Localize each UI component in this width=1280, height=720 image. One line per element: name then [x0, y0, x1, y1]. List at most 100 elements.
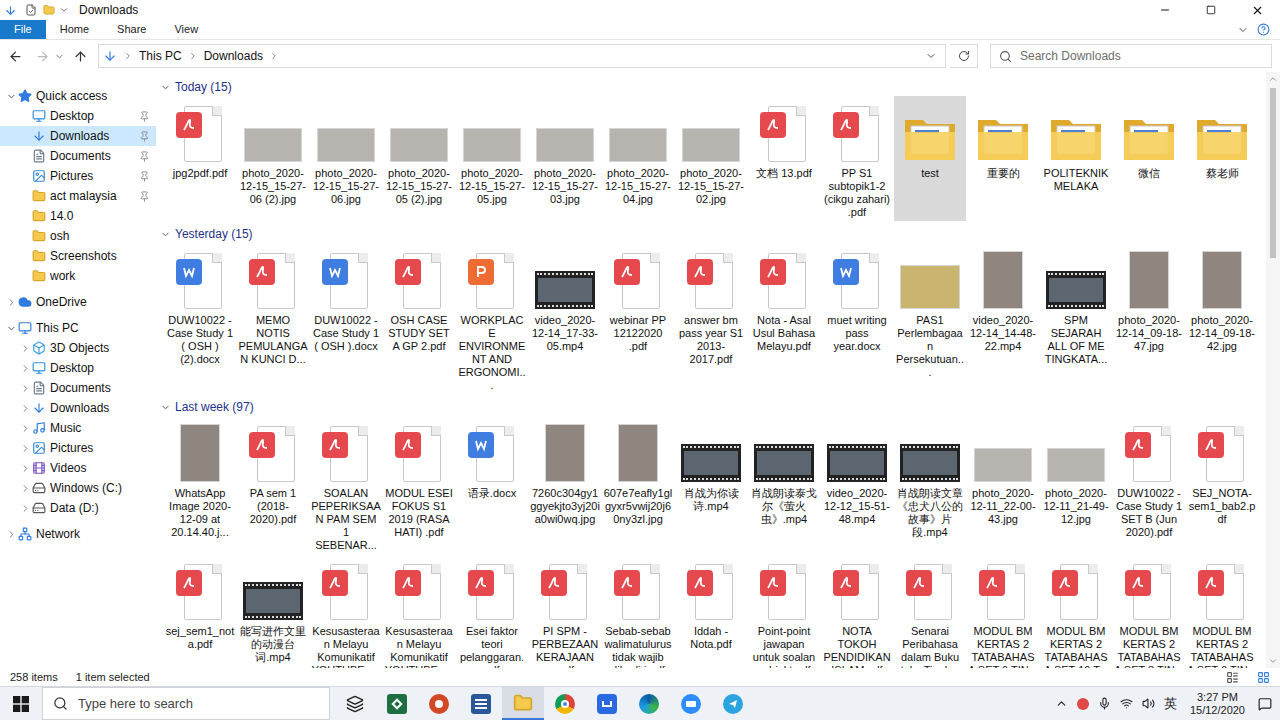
- clock[interactable]: 3:27 PM15/12/2020: [1186, 691, 1249, 717]
- collapsed-icon[interactable]: [20, 423, 31, 434]
- word-taskbar-icon[interactable]: [460, 687, 502, 720]
- file-tile[interactable]: SEJ_NOTA-sem1_bab2.pdf: [1186, 416, 1258, 554]
- pin-icon[interactable]: [139, 111, 150, 122]
- file-tile[interactable]: SPM SEJARAH ALL OF ME TINGKATA...: [1040, 243, 1112, 394]
- pin-icon[interactable]: [139, 191, 150, 202]
- sidebar-item[interactable]: Windows (C:): [0, 478, 156, 498]
- file-tile[interactable]: 7260c304gy1ggyekjto3yj20ia0wi0wq.jpg: [529, 416, 601, 554]
- file-tile[interactable]: photo_2020-12-15_15-27-05 (2).jpg: [383, 96, 455, 221]
- file-tile[interactable]: PI SPM - PERBEZAAN KERAJAAN .pdf: [529, 554, 601, 668]
- start-button[interactable]: [0, 687, 42, 720]
- powerpoint-taskbar-icon[interactable]: [418, 687, 460, 720]
- collapse-group-icon[interactable]: [160, 229, 171, 240]
- sidebar-item[interactable]: This PC: [0, 318, 156, 338]
- file-tile[interactable]: MODUL BM KERTAS 2 TATABAHASA SET 8 TIN..…: [1113, 554, 1185, 668]
- sidebar-item[interactable]: Documents: [0, 378, 156, 398]
- file-tile[interactable]: 607e7eafly1glgyxr5vwij20j60ny3zl.jpg: [602, 416, 674, 554]
- sidebar-item[interactable]: Desktop: [0, 358, 156, 378]
- volume-icon[interactable]: [1142, 697, 1155, 710]
- sidebar-item[interactable]: 3D Objects: [0, 338, 156, 358]
- file-tile[interactable]: photo_2020-12-14_09-18-47.jpg: [1113, 243, 1185, 394]
- file-tile[interactable]: test: [894, 96, 966, 221]
- refresh-button[interactable]: [950, 44, 978, 68]
- file-tile[interactable]: Esei faktor teori pelanggaran.pdf: [456, 554, 528, 668]
- file-tile[interactable]: sej_sem1_nota.pdf: [164, 554, 236, 668]
- sidebar-item[interactable]: work: [0, 266, 156, 286]
- file-tile[interactable]: Sebab-sebab walimatulurus tidak wajib di…: [602, 554, 674, 668]
- file-tile[interactable]: webinar PP 12122020 .pdf: [602, 243, 674, 394]
- file-tile[interactable]: Iddah - Nota.pdf: [675, 554, 747, 668]
- customize-icon[interactable]: [59, 5, 69, 15]
- file-tile[interactable]: POLITEKNIK MELAKA: [1040, 96, 1112, 221]
- new-folder-icon[interactable]: [43, 4, 55, 16]
- file-tile[interactable]: SOALAN PEPERIKSAAN PAM SEM 1 SEBENAR...: [310, 416, 382, 554]
- scroll-down-icon[interactable]: [1268, 656, 1278, 666]
- file-tile[interactable]: DUW10022 - Case Study 1 ( OSH ).docx: [310, 243, 382, 394]
- path-segment[interactable]: This PC: [139, 47, 182, 65]
- back-icon[interactable]: [8, 49, 23, 64]
- collapse-group-icon[interactable]: [160, 82, 171, 93]
- file-tile[interactable]: PA sem 1 (2018-2020).pdf: [237, 416, 309, 554]
- collapsed-icon[interactable]: [20, 503, 31, 514]
- collapsed-icon[interactable]: [20, 483, 31, 494]
- details-view-icon[interactable]: [1226, 671, 1239, 684]
- file-tile[interactable]: Senarai Peribahasa dalam Buku teks Tingk…: [894, 554, 966, 668]
- file-tile[interactable]: video_2020-12-14_17-33-05.mp4: [529, 243, 601, 394]
- up-icon[interactable]: [73, 49, 88, 64]
- icons-view-icon[interactable]: [1257, 671, 1270, 684]
- help-icon[interactable]: [1257, 23, 1270, 36]
- sidebar-item[interactable]: Pictures: [0, 438, 156, 458]
- scrollbar[interactable]: [1266, 72, 1280, 668]
- collapsed-icon[interactable]: [20, 463, 31, 474]
- sidebar-item[interactable]: 14.0: [0, 206, 156, 226]
- ribbon-tab[interactable]: File: [0, 20, 46, 39]
- file-tile[interactable]: answer bm pass year S1 2013-2017.pdf: [675, 243, 747, 394]
- file-tile[interactable]: MODUL BM KERTAS 2 TATABAHASA SET 6 TIN..…: [1186, 554, 1258, 668]
- collapsed-icon[interactable]: [20, 343, 31, 354]
- file-tile[interactable]: MODUL BM KERTAS 2 TATABAHASA SET 9 TIN..…: [967, 554, 1039, 668]
- file-tile[interactable]: OSH CASE STUDY SET A GP 2.pdf: [383, 243, 455, 394]
- notifications-icon[interactable]: [1258, 697, 1272, 711]
- file-tile[interactable]: photo_2020-12-11_22-00-43.jpg: [967, 416, 1039, 554]
- file-tile[interactable]: 肖战朗读泰戈尔《萤火虫》.mp4: [748, 416, 820, 554]
- file-tile[interactable]: photo_2020-12-15_15-27-02.jpg: [675, 96, 747, 221]
- sidebar-item[interactable]: Quick access: [0, 86, 156, 106]
- collapsed-icon[interactable]: [6, 529, 17, 540]
- file-tile[interactable]: photo_2020-12-15_15-27-06 (2).jpg: [237, 96, 309, 221]
- collapse-group-icon[interactable]: [160, 402, 171, 413]
- separator-icon[interactable]: [188, 51, 198, 61]
- file-tile[interactable]: Kesusasteraan Melayu Komunikatif YOUTUBE…: [310, 554, 382, 668]
- recent-icon[interactable]: [54, 51, 65, 62]
- input-language[interactable]: 英: [1164, 694, 1177, 714]
- sidebar-item[interactable]: Network: [0, 524, 156, 544]
- file-tile[interactable]: MODUL BM KERTAS 2 TATABAHASA SET 10 T...: [1040, 554, 1112, 668]
- file-tile[interactable]: PP S1 subtopik1-2 (cikgu zahari) .pdf: [821, 96, 893, 221]
- properties-icon[interactable]: [25, 4, 37, 16]
- file-tile[interactable]: WhatsApp Image 2020-12-09 at 20.14.40.j.…: [164, 416, 236, 554]
- sidebar-item[interactable]: Downloads: [0, 126, 156, 146]
- collapsed-icon[interactable]: [20, 403, 31, 414]
- file-tile[interactable]: WORKPLACE ENVIRONMENT AND ERGONOMI...: [456, 243, 528, 394]
- file-tile[interactable]: photo_2020-12-15_15-27-03.jpg: [529, 96, 601, 221]
- file-tile[interactable]: NOTA TOKOH PENDIDIKAN ISLAM.pdf: [821, 554, 893, 668]
- file-tile[interactable]: 文档 13.pdf: [748, 96, 820, 221]
- file-tile[interactable]: 微信: [1113, 96, 1185, 221]
- file-tile[interactable]: 蔡老师: [1186, 96, 1258, 221]
- file-tile[interactable]: MODUL ESEI FOKUS S1 2019 (RASA HATI) .pd…: [383, 416, 455, 554]
- collapsed-icon[interactable]: [6, 297, 17, 308]
- sidebar-item[interactable]: Desktop: [0, 106, 156, 126]
- maximize-button[interactable]: [1188, 0, 1234, 20]
- file-tile[interactable]: muet writing pass year.docx: [821, 243, 893, 394]
- taskbar-search[interactable]: Type here to search: [42, 687, 330, 720]
- ribbon-tab[interactable]: Home: [46, 20, 103, 39]
- task-view-taskbar-icon[interactable]: [334, 687, 376, 720]
- file-tile[interactable]: 肖战朗读文章《忠犬八公的故事》片段.mp4: [894, 416, 966, 554]
- file-tile[interactable]: photo_2020-12-15_15-27-04.jpg: [602, 96, 674, 221]
- expanded-icon[interactable]: [6, 91, 17, 102]
- ribbon-tab[interactable]: Share: [103, 20, 160, 39]
- wifi-icon[interactable]: [1120, 697, 1133, 710]
- sidebar-item[interactable]: Documents: [0, 146, 156, 166]
- forward-icon[interactable]: [35, 49, 50, 64]
- file-tile[interactable]: photo_2020-12-11_21-49-12.jpg: [1040, 416, 1112, 554]
- minimize-button[interactable]: [1142, 0, 1188, 20]
